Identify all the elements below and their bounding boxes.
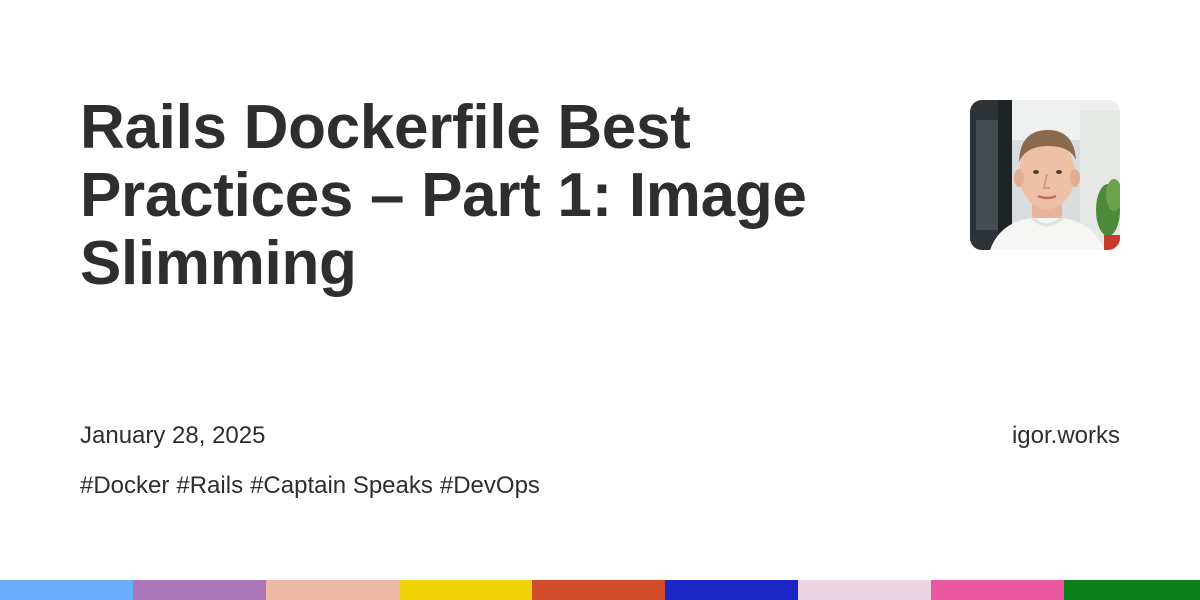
color-stripe-segment xyxy=(665,580,798,600)
color-stripe-segment xyxy=(133,580,266,600)
color-stripe-segment xyxy=(931,580,1064,600)
color-stripe-segment xyxy=(532,580,665,600)
color-stripe-segment xyxy=(1064,580,1200,600)
tag-docker[interactable]: #Docker xyxy=(80,472,169,499)
post-date: January 28, 2025 xyxy=(80,422,266,449)
color-stripe-segment xyxy=(0,580,133,600)
site-name[interactable]: igor.works xyxy=(1012,422,1120,450)
color-stripe xyxy=(0,580,1200,600)
tag-rails[interactable]: #Rails xyxy=(176,472,243,499)
color-stripe-segment xyxy=(798,580,931,600)
tag-list: #Docker #Rails #Captain Speaks #DevOps xyxy=(80,472,540,500)
color-stripe-segment xyxy=(399,580,532,600)
author-avatar xyxy=(970,100,1120,250)
tag-devops[interactable]: #DevOps xyxy=(440,472,540,499)
color-stripe-segment xyxy=(266,580,399,600)
tag-captain-speaks[interactable]: #Captain Speaks xyxy=(250,472,433,499)
post-title: Rails Dockerfile Best Practices – Part 1… xyxy=(80,93,807,298)
